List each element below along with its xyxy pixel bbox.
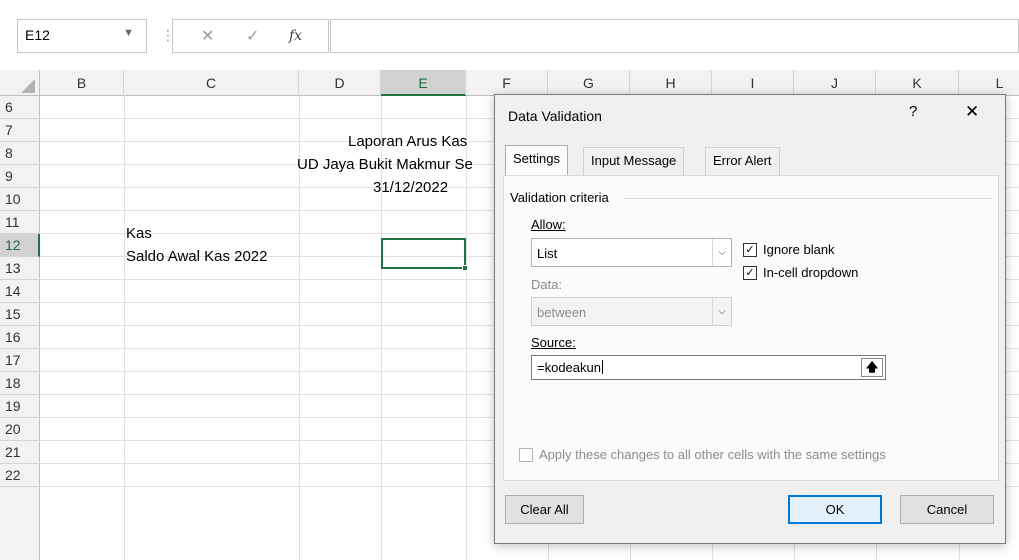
- row-header[interactable]: 15: [0, 303, 40, 326]
- active-cell-e12[interactable]: [381, 238, 468, 271]
- allow-dropdown[interactable]: List ⌵: [531, 238, 732, 267]
- cancel-button[interactable]: Cancel: [900, 495, 994, 524]
- row-header[interactable]: 18: [0, 372, 40, 395]
- tab-settings[interactable]: Settings: [505, 145, 568, 176]
- row-header[interactable]: 20: [0, 418, 40, 441]
- row-header[interactable]: 19: [0, 395, 40, 418]
- source-label: Source:: [531, 335, 576, 350]
- allow-value: List: [537, 246, 558, 261]
- data-validation-dialog: Data Validation ? ✕ Settings Input Messa…: [494, 94, 1006, 544]
- data-value: between: [537, 305, 587, 320]
- row-header[interactable]: 13: [0, 257, 40, 280]
- cancel-icon[interactable]: ✕: [201, 26, 214, 46]
- ignore-blank-checkbox[interactable]: ✓: [743, 243, 757, 257]
- column-header-f[interactable]: F: [466, 70, 548, 96]
- insert-function-icon[interactable]: fx: [289, 28, 302, 44]
- tab-error-alert[interactable]: Error Alert: [705, 147, 780, 175]
- source-label-text: Source:: [531, 335, 576, 350]
- row-header[interactable]: 21: [0, 441, 40, 464]
- column-header-k[interactable]: K: [876, 70, 959, 96]
- text-caret: [601, 360, 603, 374]
- collapse-dialog-icon[interactable]: 🡅: [861, 358, 883, 377]
- row-header[interactable]: 22: [0, 464, 40, 487]
- cell-c11: Kas: [126, 225, 152, 242]
- row-header[interactable]: 17: [0, 349, 40, 372]
- formula-bar: E12 ▼ ⋮ ✕ ✓ fx: [0, 0, 1019, 66]
- name-box-value: E12: [25, 27, 50, 43]
- apply-all-label: Apply these changes to all other cells w…: [539, 447, 886, 462]
- allow-label: Allow:: [531, 217, 566, 232]
- in-cell-dropdown-label: In-cell dropdown: [763, 265, 859, 280]
- ignore-blank-label: Ignore blank: [763, 242, 835, 257]
- data-label: Data:: [531, 277, 563, 292]
- chevron-down-icon[interactable]: ⌵: [712, 239, 731, 266]
- row-header-bar: 6 7 8 9 10 11 12 13 14 15 16 17 18 19 20…: [0, 96, 40, 560]
- in-cell-dropdown-checkbox[interactable]: ✓: [743, 266, 757, 280]
- close-icon[interactable]: ✕: [965, 102, 979, 122]
- column-header-e[interactable]: E: [381, 70, 466, 96]
- column-header-b[interactable]: B: [40, 70, 124, 96]
- column-header-h[interactable]: H: [630, 70, 712, 96]
- column-header-g[interactable]: G: [548, 70, 630, 96]
- column-header-c[interactable]: C: [124, 70, 299, 96]
- fill-handle[interactable]: [462, 265, 468, 271]
- drag-handle-icon[interactable]: ⋮: [161, 26, 175, 44]
- source-text: =kodeakun: [537, 360, 601, 375]
- column-header-j[interactable]: J: [794, 70, 876, 96]
- column-header-l[interactable]: L: [959, 70, 1019, 96]
- validation-criteria-label: Validation criteria: [510, 190, 609, 205]
- select-all-icon: [21, 79, 35, 93]
- cancel-label: Cancel: [926, 502, 968, 517]
- apply-all-checkbox[interactable]: [519, 448, 533, 462]
- row-header[interactable]: 11: [0, 211, 40, 234]
- column-header-bar: B C D E F G H I J K L: [0, 70, 1019, 96]
- chevron-down-icon[interactable]: ⌵: [712, 298, 731, 325]
- clear-all-button[interactable]: Clear All: [505, 495, 584, 524]
- name-box[interactable]: E12 ▼: [17, 19, 147, 53]
- chevron-down-icon[interactable]: ▼: [123, 27, 134, 39]
- row-header[interactable]: 6: [0, 96, 40, 119]
- clear-all-label: Clear All: [520, 502, 569, 517]
- source-value: =kodeakun: [537, 360, 603, 375]
- row-header[interactable]: 7: [0, 119, 40, 142]
- row-header[interactable]: 10: [0, 188, 40, 211]
- cell-report-date: 31/12/2022: [373, 179, 449, 196]
- grid-line: [124, 96, 125, 560]
- cell-report-title: Laporan Arus Kas: [348, 133, 468, 150]
- enter-icon[interactable]: ✓: [246, 26, 259, 46]
- formula-buttons: ✕ ✓ fx: [172, 19, 329, 53]
- column-header-i[interactable]: I: [712, 70, 794, 96]
- row-header[interactable]: 8: [0, 142, 40, 165]
- allow-label-text: Allow:: [531, 217, 566, 232]
- tab-input-message[interactable]: Input Message: [583, 147, 685, 175]
- cell-company-name: UD Jaya Bukit Makmur Se: [297, 156, 473, 173]
- dialog-title: Data Validation: [508, 108, 602, 124]
- row-header[interactable]: 9: [0, 165, 40, 188]
- formula-input[interactable]: [330, 19, 1019, 53]
- ok-label: OK: [825, 502, 845, 517]
- row-header[interactable]: 16: [0, 326, 40, 349]
- cell-c12: Saldo Awal Kas 2022: [126, 248, 268, 265]
- row-header-selected[interactable]: 12: [0, 234, 40, 257]
- select-all-button[interactable]: [0, 70, 40, 96]
- row-header[interactable]: 14: [0, 280, 40, 303]
- ok-button[interactable]: OK: [788, 495, 882, 524]
- help-icon[interactable]: ?: [909, 103, 917, 120]
- data-dropdown[interactable]: between ⌵: [531, 297, 732, 326]
- column-header-d[interactable]: D: [299, 70, 381, 96]
- group-divider: [624, 198, 992, 199]
- settings-panel: Validation criteria Allow: List ⌵ Data: …: [503, 175, 999, 481]
- source-input[interactable]: =kodeakun 🡅: [531, 355, 886, 380]
